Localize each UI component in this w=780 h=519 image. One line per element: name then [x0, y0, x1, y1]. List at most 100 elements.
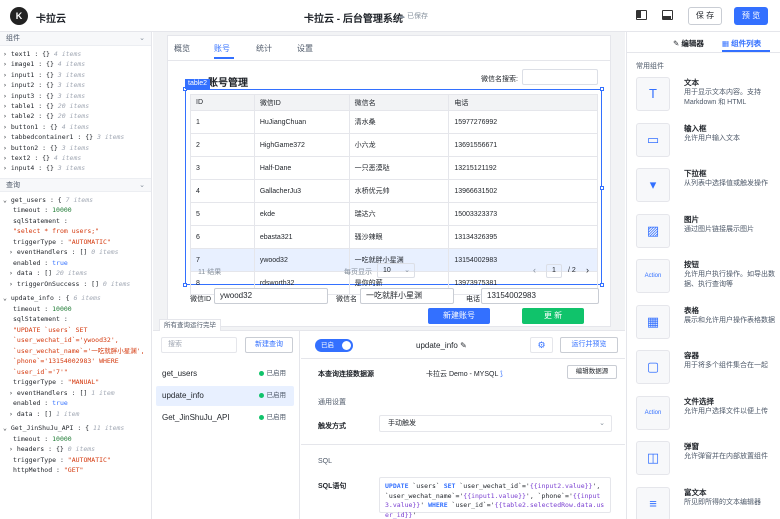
new-query-button[interactable]: 新建查询	[245, 337, 293, 353]
column-header[interactable]: 微信ID	[253, 94, 350, 111]
tree-punct: : {}	[38, 143, 62, 152]
wechat-name-field[interactable]: 一吃就胖小星渊	[360, 288, 454, 304]
query-name[interactable]: update_info ✎	[416, 341, 467, 350]
query-item-get-jinshuju-api[interactable]: Get_JinShuJu_API 已启用	[156, 408, 294, 428]
resize-handle[interactable]	[600, 186, 604, 190]
tree-punct: : {}	[34, 101, 58, 110]
query-enable-toggle[interactable]: 已启	[315, 339, 353, 352]
queries-section-header[interactable]: 查询 ⌄	[0, 177, 151, 192]
edit-datasource-button[interactable]: 编辑数据源	[567, 365, 617, 379]
item-count: 3 items	[57, 81, 86, 90]
trigger-select[interactable]: 手动触发 ⌄	[379, 415, 612, 432]
update-button[interactable]: 更 新	[522, 308, 584, 324]
trigger-label: 触发方式	[318, 423, 346, 430]
table-row[interactable]: 5 ekde 瑞达六 15003323373	[190, 202, 598, 226]
table-cell: 瑞达六	[348, 202, 450, 226]
component-tree-item[interactable]: › text2 : {} 4 items	[0, 153, 151, 163]
tree-line: "select * from users;"	[13, 227, 100, 236]
tab-component-list[interactable]: ▦ 组件列表	[722, 38, 761, 49]
tree-line[interactable]: › data : [] 20 items	[3, 268, 151, 279]
layout-sidebar-icon[interactable]	[636, 10, 647, 20]
component-tree-item[interactable]: › table1 : {} 20 items	[0, 101, 151, 111]
wechat-id-field[interactable]: ywood32	[214, 288, 328, 304]
query-search-input[interactable]: 搜索	[161, 337, 237, 353]
palette-item[interactable]: ▨ 图片 通过图片链接展示图片	[636, 212, 780, 260]
query-item-update-info[interactable]: update_info 已启用	[156, 386, 294, 406]
component-tree-item[interactable]: › input2 : {} 3 items	[0, 80, 151, 90]
tree-line[interactable]: ⌄ Get_JinShuJu_API : { 11 items	[3, 423, 151, 434]
chevron-right-icon: ›	[3, 153, 11, 162]
tree-line[interactable]: › eventHandlers : [] 1 item	[3, 388, 151, 399]
tree-punct: : {}	[34, 70, 58, 79]
palette-item[interactable]: ▢ 容器 用于将多个组件集合在一起	[636, 348, 780, 396]
column-header[interactable]: 微信名	[348, 94, 450, 111]
tree-line[interactable]: ⌄ get_users : { 7 items	[3, 195, 151, 206]
component-tree-item[interactable]: › button1 : {} 4 items	[0, 122, 151, 132]
text-icon: T	[649, 86, 657, 101]
component-tag[interactable]: table2	[185, 79, 211, 89]
tab-overview[interactable]: 概览	[174, 43, 190, 54]
palette-item[interactable]: ▭ 输入框 允许用户输入文本	[636, 121, 780, 169]
resize-handle[interactable]	[183, 283, 187, 287]
query-item-get-users[interactable]: get_users 已启用	[156, 364, 294, 384]
tree-line[interactable]: › triggerOnSuccess : [] 0 items	[3, 279, 151, 290]
query-item-name: update_info	[162, 391, 204, 400]
table-row[interactable]: 3 Half-Dane 一只恶漠哒 13215121192	[190, 156, 598, 180]
component-tree-item[interactable]: › text1 : {} 4 items	[0, 49, 151, 59]
component-tree-item[interactable]: › button2 : {} 3 items	[0, 143, 151, 153]
tab-settings[interactable]: 设置	[297, 43, 313, 54]
table-row[interactable]: 1 HuJiangChuan 清水桑 15977276992	[190, 110, 598, 134]
palette-item[interactable]: ▦ 表格 展示和允许用户操作表格数据	[636, 303, 780, 351]
tab-editor[interactable]: ✎ 编辑器	[673, 38, 704, 49]
tree-punct: : {}	[38, 122, 62, 131]
components-section-header[interactable]: 组件 ⌄	[0, 32, 151, 46]
mysql-dolphin-icon: ⟆	[500, 371, 503, 378]
column-header[interactable]: ID	[190, 94, 255, 111]
container-icon: ▢	[646, 359, 660, 374]
tab-accounts[interactable]: 账号	[214, 43, 230, 54]
run-preview-button[interactable]: 运行并预览	[560, 337, 618, 353]
per-page-select[interactable]: 10 ⌄	[377, 263, 415, 278]
component-tree-item[interactable]: › image1 : {} 4 items	[0, 59, 151, 69]
sql-editor[interactable]: UPDATE `users` SET `user_wechat_id`='{{i…	[379, 477, 611, 519]
tab-statistics[interactable]: 统计	[256, 43, 272, 54]
table-row[interactable]: 4 GallacherJu3 水桥优元帅 13966631502	[190, 179, 598, 203]
palette-item[interactable]: ≡ 富文本 所见即所得的文本编辑器	[636, 485, 780, 519]
datasource-label: 本查询连接数据源	[318, 371, 374, 378]
palette-item[interactable]: Action 文件选择 允许用户选择文件以便上传	[636, 394, 780, 442]
prev-page-icon[interactable]: ‹	[533, 265, 536, 275]
save-button[interactable]: 保 存	[688, 7, 722, 25]
palette-item[interactable]: Action 按钮 允许用户执行操作。如导出数据、执行查询等	[636, 257, 780, 305]
palette-item-description: 用于将多个组件集合在一起	[684, 362, 768, 369]
resize-handle[interactable]	[600, 87, 604, 91]
palette-item[interactable]: ▾ 下拉框 从列表中选择值或触发操作	[636, 166, 780, 214]
palette-item[interactable]: T 文本 用于显示文本内容。支持 Markdown 和 HTML	[636, 75, 780, 123]
page-input[interactable]: 1	[546, 264, 562, 278]
component-tree-item[interactable]: › input3 : {} 3 items	[0, 91, 151, 101]
component-tree-item[interactable]: › input1 : {} 3 items	[0, 70, 151, 80]
sql-section-heading: SQL	[318, 458, 333, 465]
palette-item[interactable]: ◫ 弹窗 允许弹窗并在内部放置组件	[636, 439, 780, 487]
component-tree-item[interactable]: › input4 : {} 3 items	[0, 163, 151, 173]
preview-button[interactable]: 预 览	[734, 7, 768, 25]
component-tree-item[interactable]: › table2 : {} 20 items	[0, 111, 151, 121]
next-page-icon[interactable]: ›	[586, 265, 589, 275]
table-row[interactable]: 6 ebasta321 骚沙辣眼 13134326395	[190, 225, 598, 249]
table-row[interactable]: 2 HighGame372 小六龙 13691556671	[190, 133, 598, 157]
tree-line[interactable]: › data : [] 1 item	[3, 409, 151, 420]
table-pagination: 11 结果 每页显示 10 ⌄ ‹ 1 / 2 ›	[190, 262, 598, 280]
new-account-button[interactable]: 新建账号	[428, 308, 490, 324]
edit-pencil-icon[interactable]: ✎	[460, 341, 467, 350]
tree-line[interactable]: › headers : {} 0 items	[3, 444, 151, 455]
phone-field[interactable]: 13154002983	[481, 288, 599, 304]
tree-line[interactable]: ⌄ update_info : { 6 items	[3, 293, 151, 304]
gear-icon[interactable]: ⚙	[530, 337, 553, 353]
trigger-value: 手动触发	[388, 420, 416, 427]
layout-bottom-panel-icon[interactable]	[662, 10, 673, 20]
resize-handle[interactable]	[600, 283, 604, 287]
tree-line[interactable]: › eventHandlers : [] 0 items	[3, 247, 151, 258]
chevron-right-icon: ›	[3, 81, 11, 90]
component-tree-item[interactable]: › tabbedcontainer1 : {} 3 items	[0, 132, 151, 142]
column-header[interactable]: 电话	[448, 94, 598, 111]
wechat-name-search-input[interactable]	[522, 69, 598, 85]
